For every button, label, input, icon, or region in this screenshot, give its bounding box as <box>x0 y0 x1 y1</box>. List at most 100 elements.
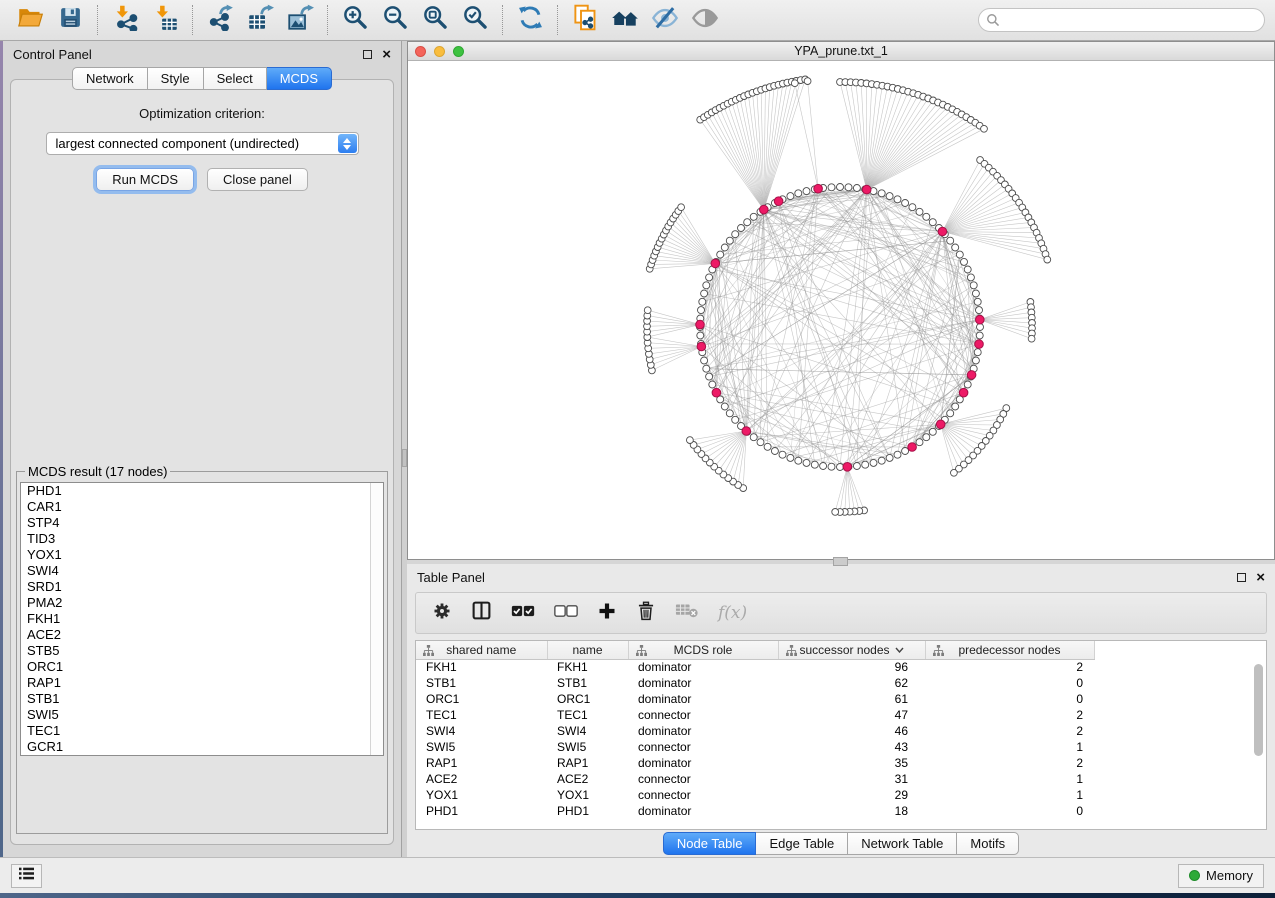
mcds-result-item[interactable]: RAP1 <box>21 675 383 691</box>
ring-node[interactable] <box>947 237 954 244</box>
ring-node[interactable] <box>828 184 835 191</box>
cell[interactable]: YOX1 <box>547 787 628 803</box>
mcds-result-item[interactable]: SRD1 <box>21 579 383 595</box>
table-row[interactable]: SWI4SWI4dominator462 <box>416 723 1106 739</box>
ring-node[interactable] <box>732 231 739 238</box>
tab-style[interactable]: Style <box>148 67 204 90</box>
ring-node[interactable] <box>795 457 802 464</box>
satellite-node[interactable] <box>791 80 798 87</box>
network-graph[interactable] <box>408 61 1274 559</box>
ring-node[interactable] <box>698 307 705 314</box>
ring-node[interactable] <box>853 463 860 470</box>
cell[interactable]: ORC1 <box>547 691 628 707</box>
ring-node[interactable] <box>947 410 954 417</box>
zoom-selected-button[interactable] <box>455 3 495 37</box>
ring-node[interactable] <box>732 416 739 423</box>
table-row[interactable]: RAP1RAP1dominator352 <box>416 755 1106 771</box>
ring-node[interactable] <box>862 461 869 468</box>
hide-selected-button[interactable] <box>645 3 685 37</box>
ring-node[interactable] <box>811 461 818 468</box>
function-builder-button-disabled[interactable]: f(x) <box>718 603 747 623</box>
ring-node[interactable] <box>820 463 827 470</box>
ring-node[interactable] <box>845 184 852 191</box>
tab-edge-table[interactable]: Edge Table <box>756 832 848 855</box>
table-row[interactable]: PHD1PHD1dominator180 <box>416 803 1106 819</box>
ring-node[interactable] <box>837 464 844 471</box>
cell[interactable]: 47 <box>778 707 925 723</box>
ring-node[interactable] <box>837 184 844 191</box>
cell[interactable]: TEC1 <box>547 707 628 723</box>
table-row[interactable]: ORC1ORC1dominator610 <box>416 691 1106 707</box>
float-panel-icon[interactable] <box>363 50 372 59</box>
ring-node[interactable] <box>929 428 936 435</box>
ring-node[interactable] <box>721 403 728 410</box>
cell[interactable]: 96 <box>778 659 925 675</box>
mcds-hub-node[interactable] <box>938 227 947 236</box>
ring-node[interactable] <box>828 463 835 470</box>
memory-button[interactable]: Memory <box>1178 864 1264 888</box>
ring-node[interactable] <box>853 185 860 192</box>
cell[interactable]: connector <box>628 707 778 723</box>
ring-node[interactable] <box>916 208 923 215</box>
ring-node[interactable] <box>972 290 979 297</box>
ring-node[interactable] <box>726 410 733 417</box>
ring-node[interactable] <box>709 381 716 388</box>
ring-node[interactable] <box>886 454 893 461</box>
cell[interactable]: connector <box>628 739 778 755</box>
show-column-button[interactable] <box>471 600 492 626</box>
mcds-hub-node[interactable] <box>843 463 852 472</box>
tab-node-table[interactable]: Node Table <box>663 832 757 855</box>
column-header-shared-name[interactable]: shared name <box>416 641 547 659</box>
cell[interactable]: SWI5 <box>416 739 547 755</box>
ring-node[interactable] <box>779 451 786 458</box>
cell[interactable]: dominator <box>628 691 778 707</box>
cell[interactable]: 1 <box>925 739 1094 755</box>
mcds-hub-node[interactable] <box>862 185 871 194</box>
cell[interactable]: 18 <box>778 803 925 819</box>
mcds-result-item[interactable]: ACE2 <box>21 627 383 643</box>
mcds-result-item[interactable]: PMA2 <box>21 595 383 611</box>
cell[interactable]: RAP1 <box>547 755 628 771</box>
open-session-button[interactable] <box>10 3 50 37</box>
mcds-result-item[interactable]: STB1 <box>21 691 383 707</box>
tab-motifs[interactable]: Motifs <box>957 832 1019 855</box>
save-session-button[interactable] <box>50 3 90 37</box>
cell[interactable]: YOX1 <box>416 787 547 803</box>
export-image-button[interactable] <box>280 3 320 37</box>
cell[interactable]: SWI5 <box>547 739 628 755</box>
ring-node[interactable] <box>976 332 983 339</box>
ring-node[interactable] <box>902 448 909 455</box>
mcds-result-item[interactable]: GCR1 <box>21 739 383 755</box>
mcds-result-item[interactable]: YOX1 <box>21 547 383 563</box>
mcds-hub-node[interactable] <box>936 420 945 429</box>
ring-node[interactable] <box>894 451 901 458</box>
satellite-node[interactable] <box>678 204 685 211</box>
mcds-result-item[interactable]: SWI5 <box>21 707 383 723</box>
ring-node[interactable] <box>967 274 974 281</box>
mcds-result-item[interactable]: ORC1 <box>21 659 383 675</box>
ring-node[interactable] <box>956 251 963 258</box>
first-neighbors-button[interactable] <box>605 3 645 37</box>
list-scrollbar[interactable] <box>370 483 383 755</box>
mcds-hub-node[interactable] <box>696 320 705 329</box>
vertical-splitter[interactable] <box>402 41 407 857</box>
ring-node[interactable] <box>923 434 930 441</box>
cell[interactable]: FKH1 <box>416 659 547 675</box>
table-row[interactable]: TEC1TEC1connector472 <box>416 707 1106 723</box>
mcds-hub-node[interactable] <box>697 342 706 351</box>
run-mcds-button[interactable]: Run MCDS <box>96 168 194 191</box>
cell[interactable]: 0 <box>925 675 1094 691</box>
close-panel-button[interactable]: Close panel <box>207 168 308 191</box>
satellite-node[interactable] <box>832 509 839 516</box>
apply-layout-button[interactable] <box>510 3 550 37</box>
mcds-hub-node[interactable] <box>742 427 751 436</box>
satellite-node[interactable] <box>644 307 651 314</box>
cell[interactable]: dominator <box>628 675 778 691</box>
table-row[interactable]: ACE2ACE2connector311 <box>416 771 1106 787</box>
ring-node[interactable] <box>961 258 968 265</box>
ring-node[interactable] <box>974 349 981 356</box>
ring-node[interactable] <box>795 190 802 197</box>
cell[interactable]: 62 <box>778 675 925 691</box>
cell[interactable]: ORC1 <box>416 691 547 707</box>
ring-node[interactable] <box>701 290 708 297</box>
